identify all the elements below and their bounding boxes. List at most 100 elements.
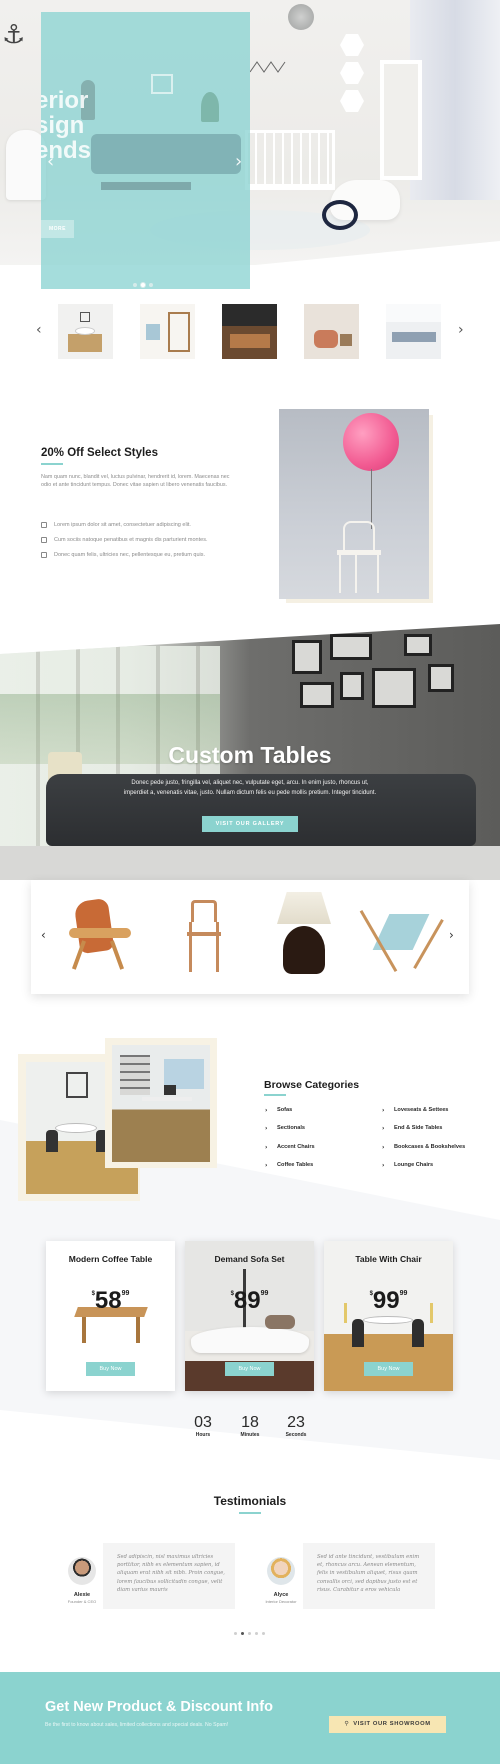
pagination-dot[interactable] [248, 1632, 251, 1635]
testimonial-quote: Sed id ante tincidunt, vestibulum enim e… [303, 1543, 435, 1609]
buy-now-button[interactable]: Buy Now [364, 1362, 413, 1376]
title-underline [41, 463, 63, 465]
category-link[interactable]: › Loveseats & Settees [382, 1107, 449, 1114]
visit-showroom-button[interactable]: ⚲ VISIT OUR SHOWROOM [329, 1716, 446, 1733]
title-underline [239, 1512, 261, 1514]
chevron-right-icon: › [382, 1162, 385, 1169]
visit-gallery-button[interactable]: VISIT OUR GALLERY [202, 816, 298, 832]
hex-shelf [340, 62, 364, 84]
pagination-dot-active[interactable] [241, 1632, 244, 1635]
countdown-label: Seconds [285, 1432, 307, 1438]
checkbox-icon [41, 537, 47, 543]
title-underline [264, 1094, 286, 1096]
chevron-right-icon: › [265, 1162, 268, 1169]
hero-section: ⚓ erior sign ends MORE ‹ › [0, 0, 500, 290]
list-item: Donec quam felis, ultricies nec, pellent… [41, 550, 207, 565]
countdown-seconds: 23 Seconds [276, 1414, 316, 1438]
hero-slider[interactable]: erior sign ends MORE ‹ › [41, 12, 250, 289]
custom-tables-title: Custom Tables [168, 742, 332, 768]
cta-subtitle: Be the first to know about sales, limite… [45, 1722, 229, 1728]
map-pin-icon: ⚲ [344, 1721, 350, 1727]
product-price: $5899 [91, 1287, 130, 1314]
buy-now-button[interactable]: Buy Now [225, 1362, 274, 1376]
chevron-right-icon: › [265, 1107, 268, 1114]
white-chair [6, 130, 46, 200]
category-label: Coffee Tables [277, 1162, 314, 1168]
category-link[interactable]: › Sectionals [265, 1125, 305, 1132]
custom-tables-text: Donec pede justo, fringilla vel, aliquet… [123, 780, 377, 796]
avatar [68, 1557, 96, 1585]
thumbnail[interactable] [58, 304, 113, 359]
product-name: Modern Coffee Table [68, 1254, 153, 1264]
chevron-right-icon: › [382, 1144, 385, 1151]
pagination-dot[interactable] [262, 1632, 265, 1635]
window-curtain [410, 0, 500, 200]
category-label: Sofas [277, 1107, 293, 1113]
checkbox-icon [41, 552, 47, 558]
chevron-right-icon[interactable]: › [235, 151, 242, 172]
wooden-chair-item[interactable] [169, 892, 239, 982]
balloon-chair-image [279, 409, 429, 599]
slider-dots [133, 283, 153, 287]
category-label: End & Side Tables [394, 1125, 443, 1131]
button-label: VISIT OUR SHOWROOM [353, 1721, 431, 1727]
avatar [267, 1557, 295, 1585]
page: ⚓ erior sign ends MORE ‹ › ‹ › 20% Off S… [0, 0, 500, 1764]
thumbnail-strip: ‹ › [0, 302, 500, 362]
list-item-text: Donec quam felis, ultricies nec, pellent… [54, 552, 206, 558]
product-card: Table With Chair $9999 Buy Now [324, 1241, 453, 1391]
thumbnail[interactable] [386, 304, 441, 359]
chevron-right-icon: › [382, 1125, 385, 1132]
category-link[interactable]: › Coffee Tables [265, 1162, 314, 1169]
list-item: Cum sociis natoque penatibus et magnis d… [41, 535, 207, 550]
countdown-value: 18 [241, 1414, 259, 1431]
promo-list: Lorem ipsum dolor sit amet, consectetuer… [41, 520, 207, 565]
category-label: Lounge Chairs [394, 1162, 434, 1168]
testimonials-title: Testimonials [213, 1494, 287, 1508]
slider-dot[interactable] [133, 283, 137, 287]
product-name: Demand Sofa Set [214, 1254, 285, 1264]
cube-shelf [380, 60, 422, 180]
table-lamp-item[interactable] [269, 888, 339, 988]
chevron-left-icon[interactable]: ‹ [47, 151, 54, 172]
thumbnail[interactable] [140, 304, 195, 359]
testimonial-quote: Sed adipiscin, nisl maximus ultricies po… [103, 1543, 235, 1609]
more-button[interactable]: MORE [41, 220, 74, 238]
countdown-label: Hours [195, 1432, 211, 1438]
category-link[interactable]: › Accent Chairs [265, 1144, 315, 1151]
chevron-right-icon: › [265, 1144, 268, 1151]
category-link[interactable]: › End & Side Tables [382, 1125, 443, 1132]
pendant-lamp [288, 4, 314, 30]
buy-now-button[interactable]: Buy Now [86, 1362, 135, 1376]
product-price: $9999 [369, 1287, 408, 1314]
chevron-right-icon[interactable]: › [449, 928, 454, 942]
countdown-minutes: 18 Minutes [230, 1414, 270, 1438]
category-link[interactable]: › Sofas [265, 1107, 293, 1114]
promo-text: Nam quam nunc, blandit vel, luctus pulvi… [41, 474, 230, 489]
chevron-right-icon[interactable]: › [458, 322, 464, 338]
category-label: Loveseats & Settees [394, 1107, 449, 1113]
author-role: Interior Decorator [265, 1599, 297, 1604]
thumbnail[interactable] [222, 304, 277, 359]
countdown-hours: 03 Hours [183, 1414, 223, 1438]
list-item: Lorem ipsum dolor sit amet, consectetuer… [41, 520, 207, 535]
category-link[interactable]: › Lounge Chairs [382, 1162, 434, 1169]
pagination-dot[interactable] [234, 1632, 237, 1635]
product-card: Modern Coffee Table $5899 Buy Now [46, 1241, 175, 1391]
thumbnail[interactable] [304, 304, 359, 359]
slider-dot[interactable] [149, 283, 153, 287]
lounge-chair-item[interactable] [49, 892, 149, 982]
chevron-left-icon[interactable]: ‹ [36, 322, 42, 338]
cta-title: Get New Product & Discount Info [45, 1699, 273, 1715]
checkbox-icon [41, 522, 47, 528]
browse-title: Browse Categories [264, 1079, 360, 1091]
slider-dot-active[interactable] [141, 283, 145, 287]
countdown-value: 23 [287, 1414, 305, 1431]
pagination-dot[interactable] [255, 1632, 258, 1635]
hex-shelf [340, 90, 364, 112]
category-link[interactable]: › Bookcases & Bookshelves [382, 1144, 465, 1151]
countdown-value: 03 [194, 1414, 212, 1431]
chevron-left-icon[interactable]: ‹ [41, 928, 46, 942]
deck-chair-item[interactable] [359, 896, 457, 980]
rocking-horse [310, 170, 420, 245]
